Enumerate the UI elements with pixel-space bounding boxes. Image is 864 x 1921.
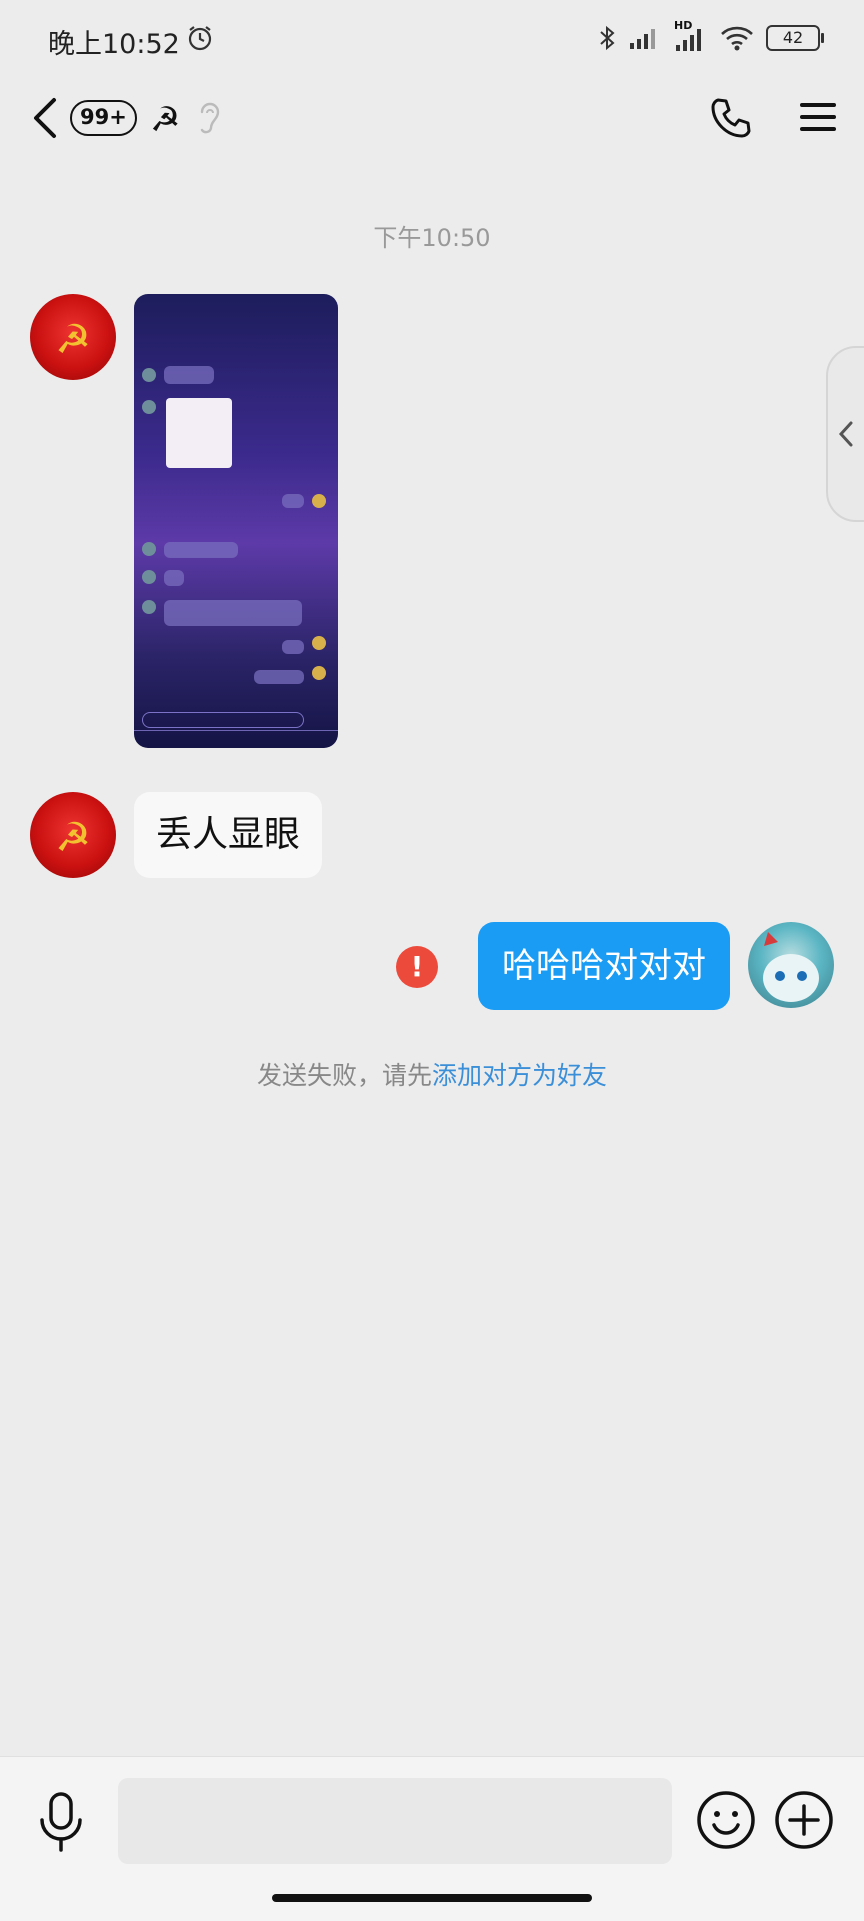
- my-avatar[interactable]: [748, 922, 834, 1008]
- menu-icon[interactable]: [798, 100, 838, 134]
- outgoing-message-bubble[interactable]: 哈哈哈对对对: [478, 922, 730, 1010]
- signal-icon: [630, 29, 655, 49]
- side-drawer-tab[interactable]: [826, 346, 864, 522]
- time-divider: 下午10:50: [373, 224, 491, 252]
- chevron-left-icon: [838, 421, 853, 447]
- avatar-face-icon: [763, 932, 819, 1002]
- bluetooth-icon: [600, 25, 615, 51]
- wifi-icon: [721, 26, 753, 51]
- status-icons: HD 42: [598, 19, 824, 54]
- battery-indicator: 42: [766, 25, 824, 51]
- emoji-icon[interactable]: [696, 1790, 756, 1850]
- phone-call-icon[interactable]: [710, 96, 752, 140]
- signal-hd-icon: HD: [674, 19, 708, 53]
- hammer-sickle-icon: ☭: [55, 815, 91, 861]
- message-input[interactable]: [118, 1778, 672, 1864]
- hammer-sickle-icon: ☭: [150, 100, 181, 140]
- contact-avatar[interactable]: ☭: [30, 792, 116, 878]
- back-icon[interactable]: [30, 96, 60, 140]
- contact-avatar[interactable]: ☭: [30, 294, 116, 380]
- send-failed-icon[interactable]: !: [396, 946, 438, 988]
- unread-count-badge[interactable]: 99+: [70, 100, 137, 136]
- image-message[interactable]: [134, 294, 338, 748]
- microphone-icon[interactable]: [34, 1790, 88, 1854]
- hammer-sickle-icon: ☭: [55, 317, 91, 363]
- plus-icon[interactable]: [774, 1790, 834, 1850]
- send-failed-notice: 发送失败，请先添加对方为好友: [0, 1056, 864, 1092]
- home-indicator[interactable]: [272, 1894, 592, 1902]
- status-time: 晚上10:52: [48, 29, 180, 60]
- fail-notice-text: 发送失败，请先: [256, 1061, 432, 1090]
- alarm-icon: [188, 26, 212, 51]
- add-friend-link[interactable]: 添加对方为好友: [432, 1061, 607, 1090]
- ear-icon[interactable]: [196, 98, 222, 138]
- incoming-message-bubble[interactable]: 丢人显眼: [134, 792, 323, 878]
